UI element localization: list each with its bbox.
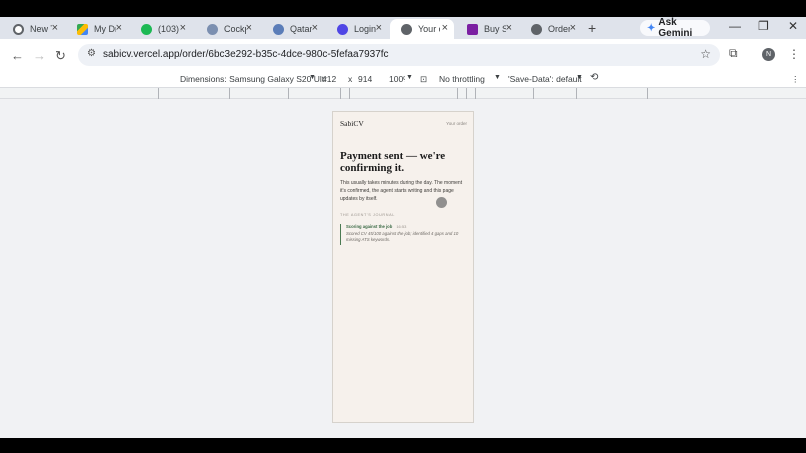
chrome-icon xyxy=(13,23,24,35)
new-tab-plus-icon[interactable]: + xyxy=(588,20,596,36)
close-icon[interactable]: × xyxy=(246,22,252,34)
close-icon[interactable]: × xyxy=(52,22,58,34)
tab-title: (103) xyxy=(158,24,180,34)
entry-header: Scoring against the job 16:53 xyxy=(346,224,468,229)
dropdown-arrow-icon[interactable]: ▼ xyxy=(406,74,413,81)
tab-my-drive[interactable]: My Dr × xyxy=(66,19,128,39)
screen: New T × My Dr × (103) × Cockp × Qatar xyxy=(0,0,806,453)
entry-time: 16:53 xyxy=(396,224,407,229)
url-text[interactable]: sabicv.vercel.app/order/6bc3e292-b35c-4d… xyxy=(103,49,389,60)
device-viewport-area: SabiCV Your order Payment sent — we're c… xyxy=(0,99,806,438)
page-heading: Payment sent — we're confirming it. xyxy=(340,150,446,174)
qatar-icon xyxy=(273,23,284,35)
tab-your-order[interactable]: Your o × xyxy=(390,19,454,39)
cockpit-icon xyxy=(207,23,218,35)
close-icon[interactable]: × xyxy=(180,22,186,34)
reload-icon[interactable]: ↻ xyxy=(55,48,66,64)
brand-logo[interactable]: SabiCV xyxy=(340,119,364,128)
site-info-icon[interactable]: ⚙ xyxy=(87,48,96,59)
journal-label: THE AGENT'S JOURNAL xyxy=(340,213,395,217)
width-input[interactable]: 412 xyxy=(322,74,336,84)
bookmark-star-icon[interactable]: ☆ xyxy=(700,47,711,61)
phone-screen: SabiCV Your order Payment sent — we're c… xyxy=(333,112,473,422)
close-icon[interactable]: × xyxy=(376,22,382,34)
tab-order[interactable]: Order × xyxy=(520,19,582,39)
minimize-icon[interactable]: — xyxy=(729,19,741,33)
tab-buy[interactable]: Buy S × xyxy=(456,19,518,39)
gemini-sparkle-icon: ✦ xyxy=(647,22,656,34)
drive-icon xyxy=(77,23,88,35)
ask-gemini-button[interactable]: ✦ Ask Gemini xyxy=(640,17,710,39)
back-arrow-icon[interactable]: ← xyxy=(11,48,24,63)
close-icon[interactable]: × xyxy=(506,22,512,34)
media-query-ruler xyxy=(0,87,806,99)
tab-new-tab[interactable]: New T × xyxy=(2,19,64,39)
browser-window: New T × My Dr × (103) × Cockp × Qatar xyxy=(0,17,806,438)
menu-kebab-icon[interactable]: ⋮ xyxy=(788,47,800,61)
your-order-label: Your order xyxy=(446,121,467,126)
journal-entry: Scoring against the job 16:53 Scored CV 4… xyxy=(340,224,468,245)
tab-whatsapp[interactable]: (103) × xyxy=(130,19,192,39)
tab-title: Buy S xyxy=(484,24,506,34)
tab-title: Order xyxy=(548,24,570,34)
stripe-icon xyxy=(467,23,478,35)
tab-title: My Dr xyxy=(94,24,116,34)
save-data-select[interactable]: 'Save-Data': default xyxy=(508,74,582,84)
tab-title: Login xyxy=(354,24,376,34)
entry-title: Scoring against the job xyxy=(346,224,393,229)
height-input[interactable]: 914 xyxy=(358,74,372,84)
entry-description: Scored CV 45/100 against the job; identi… xyxy=(346,231,459,242)
window-close-icon[interactable]: ✕ xyxy=(788,19,798,33)
extensions-icon[interactable]: ⧉ xyxy=(729,46,738,61)
tab-title: New T xyxy=(30,24,52,34)
restore-icon[interactable]: ❐ xyxy=(758,19,769,33)
dropdown-arrow-icon[interactable]: ▼ xyxy=(576,74,583,81)
tab-title: Qatar xyxy=(290,24,312,34)
forward-arrow-icon[interactable]: → xyxy=(33,48,46,63)
close-icon[interactable]: × xyxy=(116,22,122,34)
dropdown-arrow-icon[interactable]: ▼ xyxy=(309,74,316,81)
dimensions-select[interactable]: Dimensions: Samsung Galaxy S20 Ultr xyxy=(180,74,327,84)
more-options-icon[interactable]: ⋮ xyxy=(791,74,800,85)
login-icon xyxy=(337,23,348,35)
tab-title: Your o xyxy=(418,24,440,34)
close-icon[interactable]: × xyxy=(442,22,448,34)
gemini-label: Ask Gemini xyxy=(658,17,693,39)
tab-strip: New T × My Dr × (103) × Cockp × Qatar xyxy=(0,17,806,39)
address-bar[interactable]: ⚙ sabicv.vercel.app/order/6bc3e292-b35c-… xyxy=(78,44,720,66)
dropdown-arrow-icon[interactable]: ▼ xyxy=(494,74,501,81)
globe-icon xyxy=(401,23,412,35)
globe-icon xyxy=(531,23,542,35)
tab-title: Cockp xyxy=(224,24,246,34)
browser-toolbar: ← → ↻ ⚙ sabicv.vercel.app/order/6bc3e292… xyxy=(0,39,806,71)
touch-cursor xyxy=(436,197,447,208)
tab-qatar[interactable]: Qatar × xyxy=(262,19,324,39)
rotate-device-icon[interactable]: ⊡ xyxy=(420,74,427,85)
whatsapp-icon xyxy=(141,23,152,35)
device-toolbar: Dimensions: Samsung Galaxy S20 Ultr ▼ 41… xyxy=(0,71,806,87)
times-label: x xyxy=(348,74,353,84)
tab-login[interactable]: Login × xyxy=(326,19,388,39)
zoom-select[interactable]: 100% xyxy=(389,74,405,84)
close-icon[interactable]: × xyxy=(570,22,576,34)
throttling-select[interactable]: No throttling xyxy=(439,74,485,84)
rotate-icon[interactable]: ⟲ xyxy=(590,72,598,83)
close-icon[interactable]: × xyxy=(312,22,318,34)
tab-cockpit[interactable]: Cockp × xyxy=(196,19,258,39)
avatar[interactable]: N xyxy=(762,48,775,61)
